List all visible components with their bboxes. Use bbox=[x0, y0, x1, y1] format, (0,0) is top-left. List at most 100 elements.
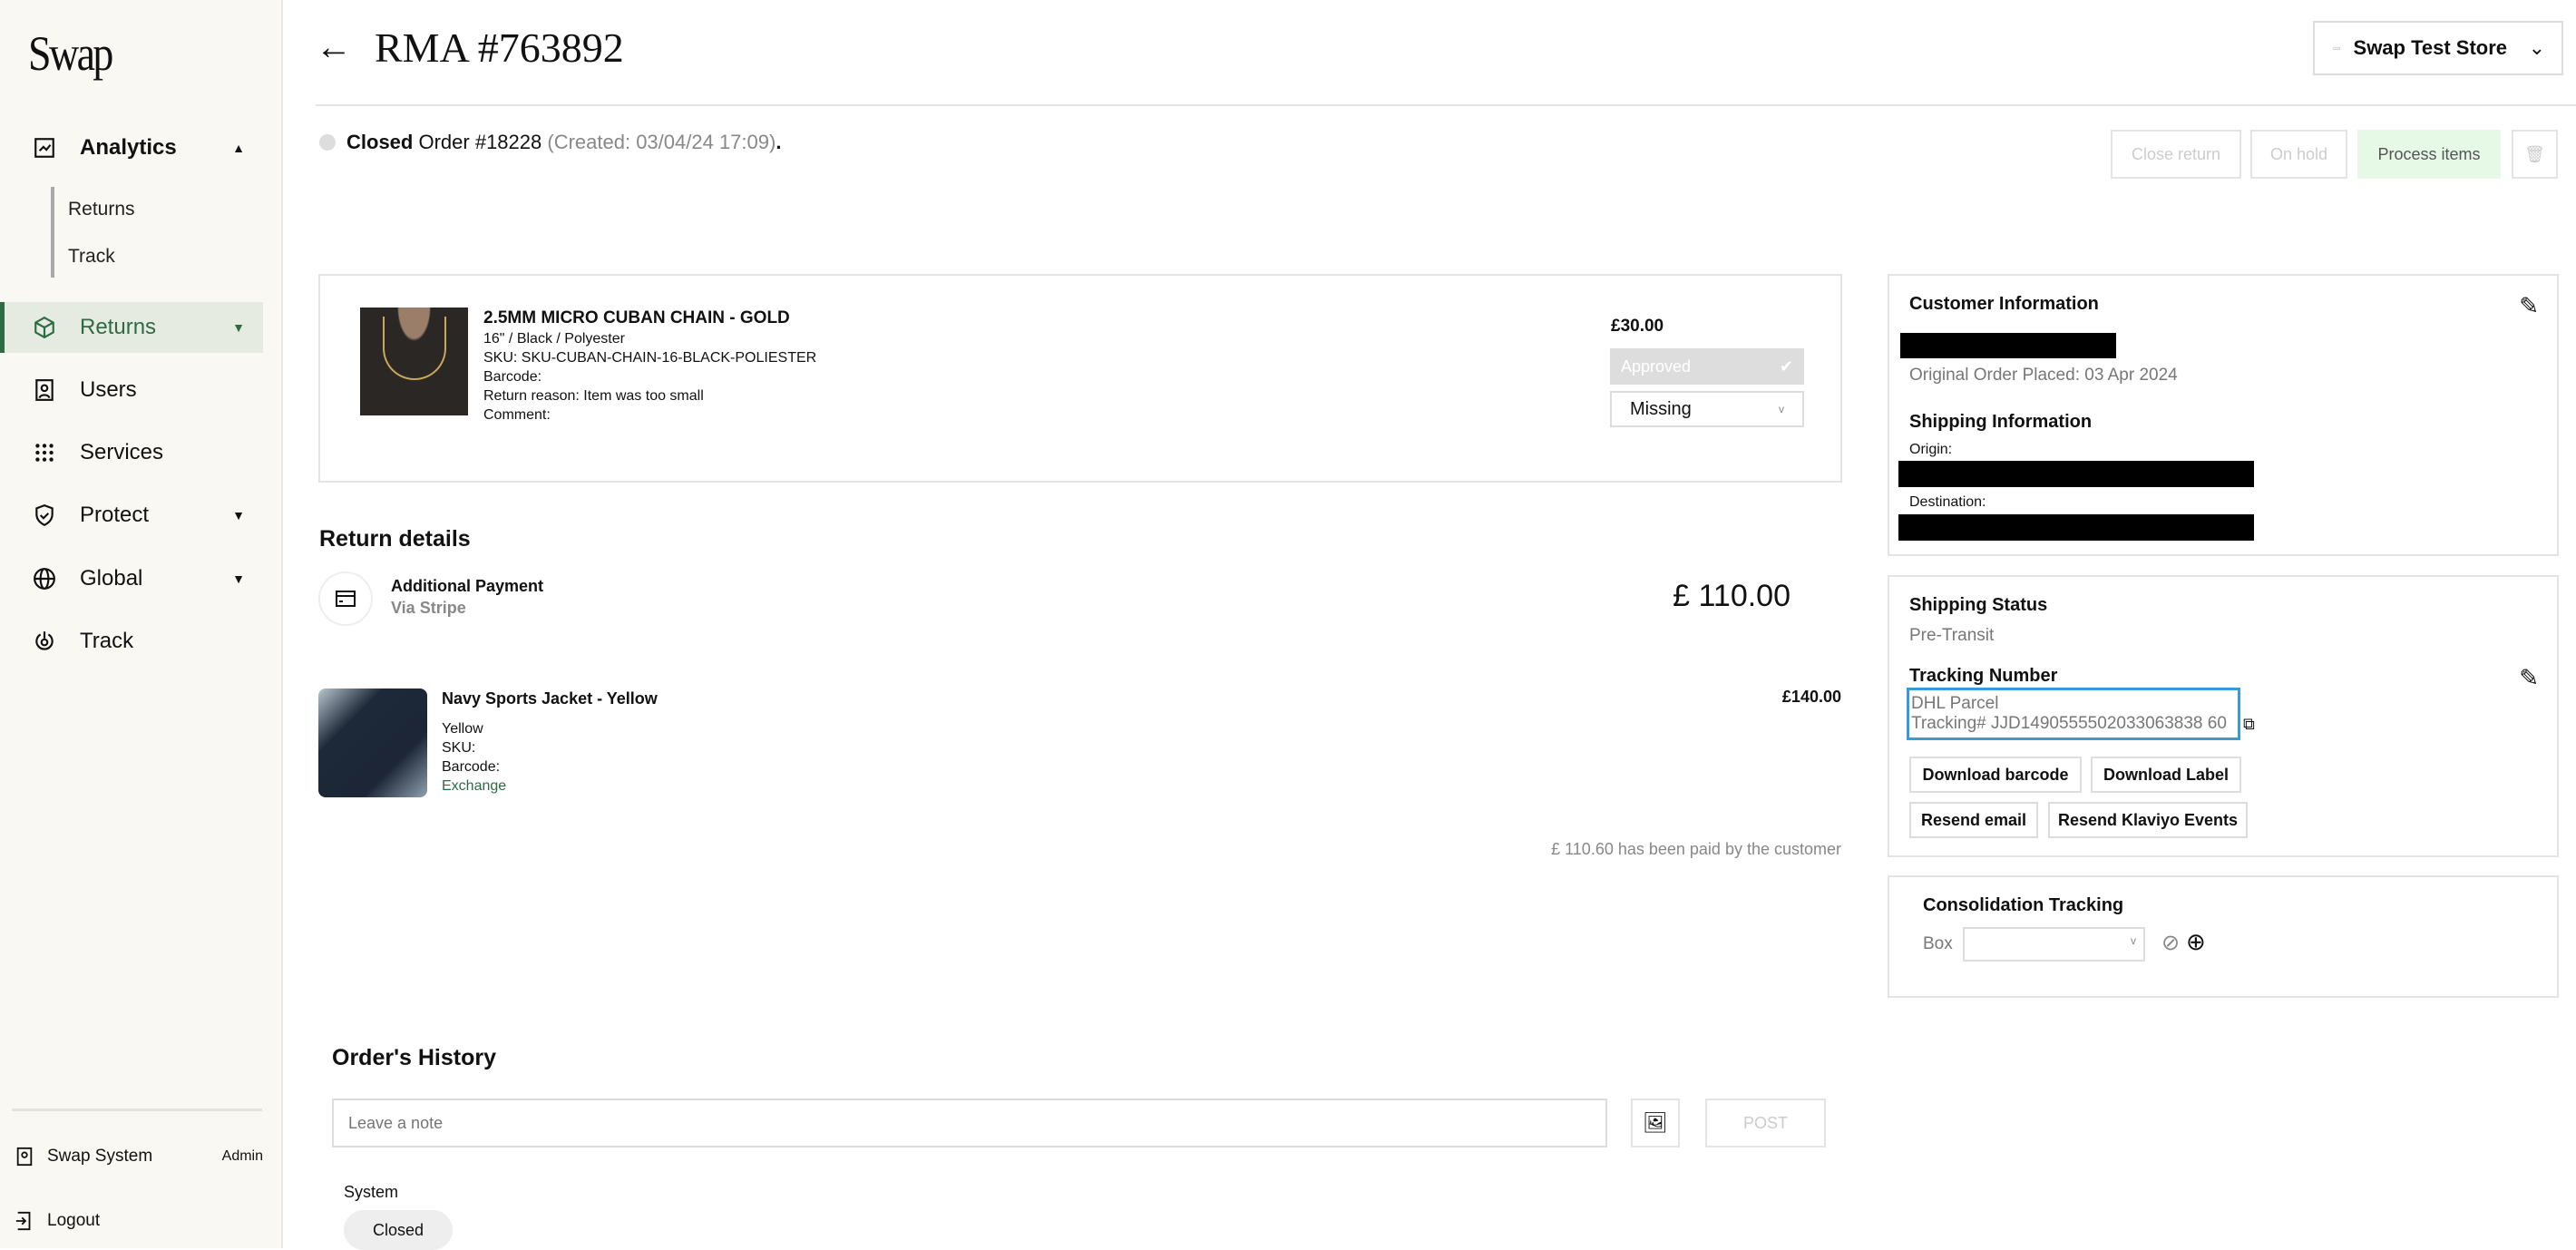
resend-klaviyo-button[interactable]: Resend Klaviyo Events bbox=[2048, 802, 2248, 838]
chevron-down-icon: v bbox=[2131, 934, 2136, 947]
sidebar-sub-returns[interactable]: Returns bbox=[68, 199, 135, 220]
sidebar-sub-track[interactable]: Track bbox=[68, 246, 115, 268]
status-badge: Closed bbox=[346, 131, 414, 153]
sidebar-item-label: Track bbox=[80, 629, 134, 653]
exchange-product-image bbox=[318, 688, 427, 797]
sidebar-item-label: Global bbox=[80, 566, 143, 591]
logo: Swap bbox=[28, 26, 113, 81]
exchange-sku: SKU: bbox=[442, 740, 476, 756]
account-role: Admin bbox=[221, 1148, 263, 1164]
globe-icon bbox=[34, 568, 55, 590]
destination-label: Destination: bbox=[1909, 494, 1986, 510]
box-label: Box bbox=[1923, 934, 1953, 953]
edit-icon[interactable]: ✎ bbox=[2519, 664, 2539, 692]
store-selector[interactable]: ▫▫ Swap Test Store ⌄ bbox=[2313, 21, 2563, 75]
process-items-button[interactable]: Process items bbox=[2357, 130, 2501, 179]
redacted-origin bbox=[1898, 461, 2254, 487]
download-barcode-button[interactable]: Download barcode bbox=[1909, 757, 2082, 793]
trash-icon: 🗑 bbox=[2524, 144, 2545, 163]
item-price: £30.00 bbox=[1611, 317, 1664, 336]
sidebar-item-users[interactable]: Users bbox=[0, 365, 263, 415]
tracking-title: Tracking Number bbox=[1909, 666, 2058, 686]
logout-button[interactable]: Logout bbox=[15, 1209, 100, 1233]
tracking-number: Tracking# JJD1490555502033063838 60 bbox=[1911, 714, 2227, 733]
delete-button[interactable]: 🗑 bbox=[2512, 130, 2558, 179]
history-title: Order's History bbox=[332, 1045, 497, 1070]
payment-amount: £ 110.00 bbox=[1673, 579, 1791, 613]
sidebar: Swap Analytics ▲ Returns Track Returns ▼ U… bbox=[0, 0, 283, 1248]
close-return-button[interactable]: Close return bbox=[2111, 130, 2241, 179]
exchange-details: Navy Sports Jacket - Yellow Yellow SKU: … bbox=[442, 689, 658, 796]
add-image-icon: 🖼 bbox=[1643, 1111, 1668, 1134]
back-arrow-icon[interactable]: ← bbox=[316, 27, 352, 68]
order-placed-date: Original Order Placed: 03 Apr 2024 bbox=[1909, 366, 2178, 385]
item-return-reason: Return reason: Item was too small bbox=[483, 388, 704, 404]
period: . bbox=[776, 131, 782, 153]
logout-icon bbox=[15, 1211, 31, 1231]
credit-card-icon bbox=[318, 571, 373, 626]
exchange-name: Navy Sports Jacket - Yellow bbox=[442, 689, 658, 708]
approved-status: Approved ✔ bbox=[1610, 348, 1804, 385]
exchange-price: £140.00 bbox=[1781, 688, 1841, 706]
user-badge-icon bbox=[16, 1147, 33, 1167]
chain-graphic bbox=[383, 317, 446, 380]
redacted-contact bbox=[1900, 333, 2116, 358]
track-icon bbox=[35, 631, 54, 650]
sidebar-item-track[interactable]: Track bbox=[0, 616, 263, 667]
sidebar-divider bbox=[12, 1108, 262, 1111]
sidebar-item-label: Protect bbox=[80, 503, 150, 527]
caret-down-icon: ▼ bbox=[232, 571, 245, 586]
shipping-status-value: Pre-Transit bbox=[1909, 626, 1995, 645]
origin-label: Origin: bbox=[1909, 442, 1953, 457]
sidebar-item-services[interactable]: Services bbox=[0, 427, 263, 478]
history-author: System bbox=[344, 1183, 399, 1201]
condition-select[interactable]: Missing v bbox=[1610, 391, 1804, 427]
tracking-box[interactable]: DHL Parcel Tracking# JJD1490555502033063… bbox=[1907, 688, 2240, 740]
status-line: Closed Order #18228 (Created: 03/04/24 1… bbox=[319, 131, 781, 154]
note-input[interactable] bbox=[332, 1099, 1607, 1147]
download-label-button[interactable]: Download Label bbox=[2091, 757, 2241, 793]
shipping-status-card: Shipping Status Pre-Transit Tracking Num… bbox=[1888, 575, 2559, 857]
approved-label: Approved bbox=[1621, 356, 1692, 376]
box-select[interactable]: v bbox=[1963, 927, 2145, 962]
edit-icon[interactable]: ✎ bbox=[2519, 292, 2539, 320]
item-comment: Comment: bbox=[483, 407, 551, 423]
add-image-button[interactable]: 🖼 bbox=[1631, 1099, 1680, 1147]
shield-check-icon bbox=[35, 504, 54, 527]
logout-label: Logout bbox=[47, 1211, 101, 1230]
created-date: (Created: 03/04/24 17:09) bbox=[547, 131, 776, 153]
package-icon bbox=[34, 316, 54, 339]
chevron-down-icon: v bbox=[1779, 403, 1784, 415]
sidebar-item-label: Returns bbox=[80, 315, 157, 339]
status-dot bbox=[319, 134, 336, 151]
check-circle-icon: ✔ bbox=[1779, 356, 1793, 376]
store-name: Swap Test Store bbox=[2353, 36, 2508, 59]
sidebar-item-protect[interactable]: Protect ▼ bbox=[0, 490, 263, 541]
customer-title: Customer Information bbox=[1909, 294, 2099, 314]
caret-down-icon: ▼ bbox=[232, 508, 245, 522]
check-circle-icon[interactable]: ⊘ bbox=[2161, 930, 2180, 956]
payment-method: Via Stripe bbox=[391, 599, 466, 617]
sidebar-item-label: Services bbox=[80, 440, 164, 464]
post-button[interactable]: POST bbox=[1705, 1099, 1826, 1147]
sidebar-item-analytics[interactable]: Analytics ▲ bbox=[0, 122, 263, 173]
order-link[interactable]: Order #18228 bbox=[418, 131, 542, 154]
add-circle-icon[interactable]: ⊕ bbox=[2186, 928, 2206, 956]
user-badge-icon bbox=[35, 379, 54, 401]
shipping-status-title: Shipping Status bbox=[1909, 595, 2048, 615]
product-image bbox=[360, 308, 468, 415]
on-hold-button[interactable]: On hold bbox=[2250, 130, 2347, 179]
exchange-type: Exchange bbox=[442, 778, 507, 794]
exchange-barcode: Barcode: bbox=[442, 759, 501, 775]
account-item[interactable]: Swap System Admin bbox=[15, 1145, 263, 1168]
carrier-name: DHL Parcel bbox=[1911, 694, 1999, 713]
resend-email-button[interactable]: Resend email bbox=[1909, 802, 2038, 838]
customer-info-card: Customer Information ✎ Original Order Pl… bbox=[1888, 274, 2559, 556]
store-logo-icon: ▫▫ bbox=[2333, 42, 2341, 54]
sidebar-item-returns[interactable]: Returns ▼ bbox=[0, 302, 263, 353]
sidebar-item-global[interactable]: Global ▼ bbox=[0, 553, 263, 604]
condition-value: Missing bbox=[1630, 398, 1692, 419]
header-divider bbox=[316, 104, 2576, 106]
grid-dots-icon bbox=[35, 444, 54, 462]
copy-icon[interactable]: ⧉ bbox=[2243, 715, 2255, 734]
